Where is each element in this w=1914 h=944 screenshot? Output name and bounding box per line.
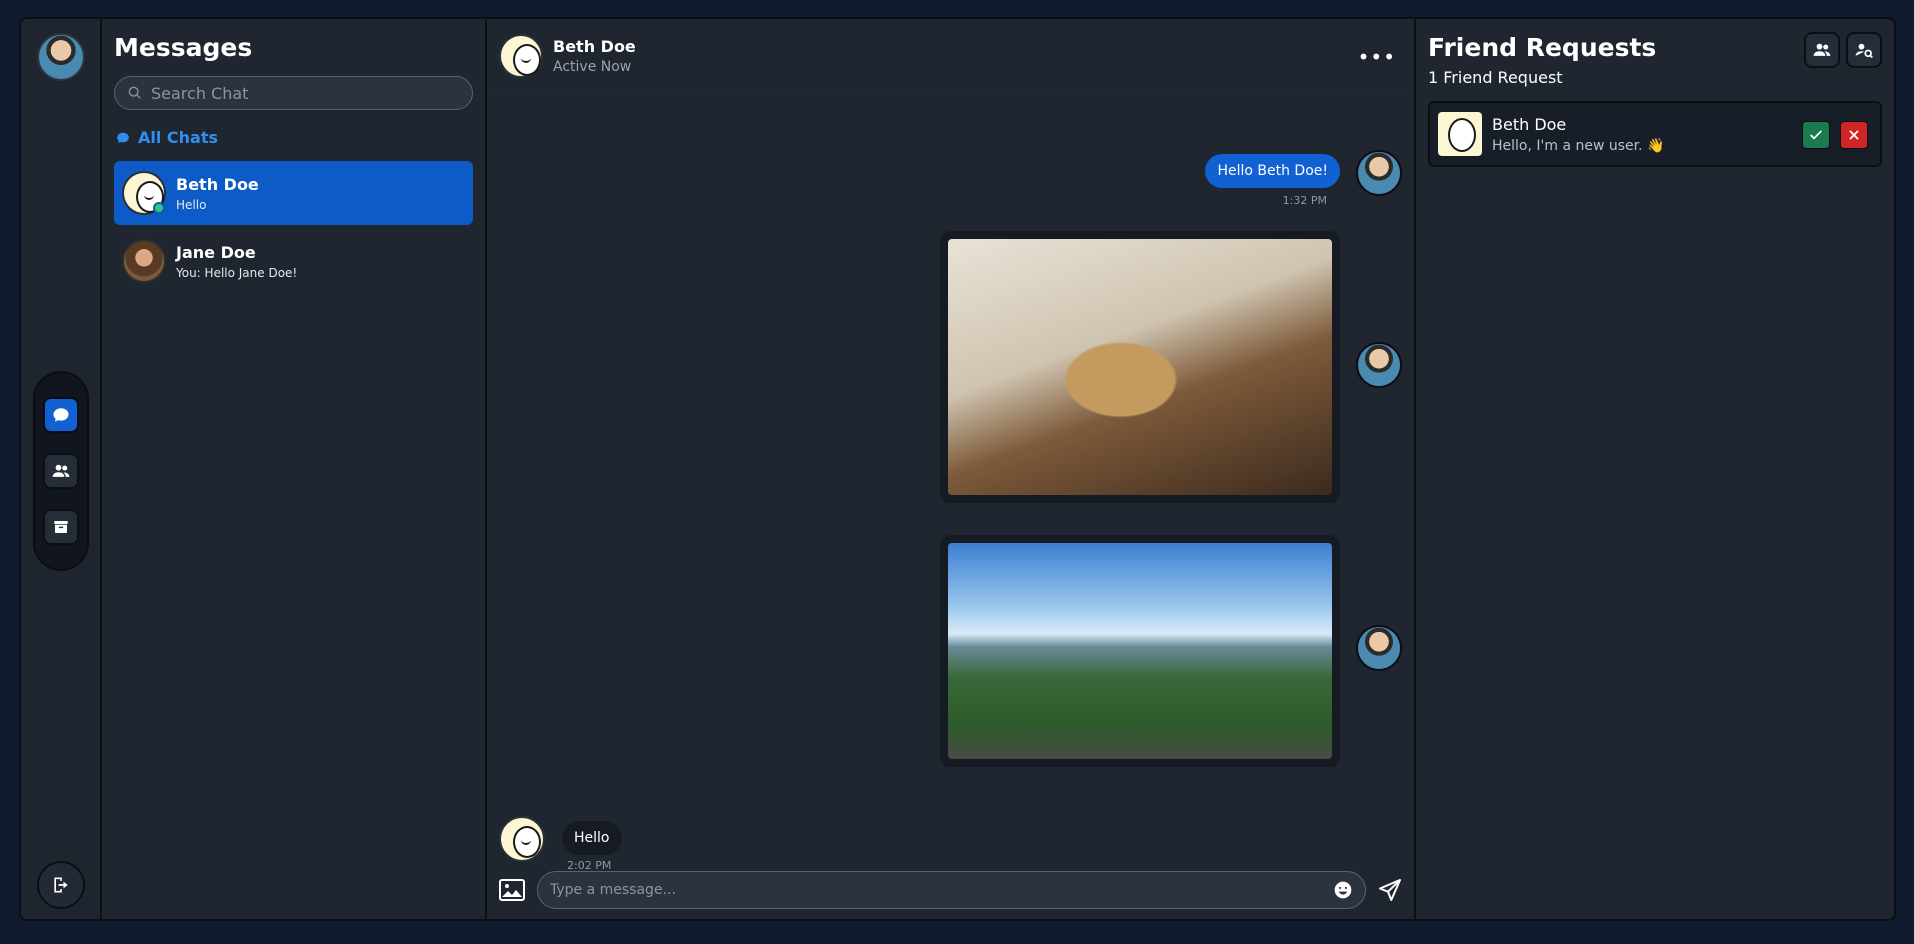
accept-request-button[interactable] (1802, 121, 1830, 149)
avatar (122, 171, 166, 215)
nav-friends-button[interactable] (43, 453, 79, 489)
nav-archive-button[interactable] (43, 509, 79, 545)
friend-request-item: Beth Doe Hello, I'm a new user. 👋 (1428, 101, 1882, 167)
friend-requests-panel: Friend Requests 1 Friend Request Beth Do… (1416, 19, 1894, 919)
friend-request-count: 1 Friend Request (1428, 68, 1563, 87)
all-chats-filter[interactable]: All Chats (116, 128, 473, 147)
request-message: Hello, I'm a new user. 👋 (1492, 137, 1665, 154)
logout-button[interactable] (37, 861, 85, 909)
logout-icon (54, 877, 68, 893)
image-icon[interactable] (499, 879, 525, 901)
books-image (948, 239, 1332, 495)
messages-sidebar: Messages Search Chat All Chats Beth Doe … (102, 19, 487, 919)
chat-bubble-icon (53, 408, 69, 422)
add-friend-button[interactable] (1804, 32, 1840, 68)
avatar (499, 816, 545, 862)
chat-contact-name: Jane Doe (176, 242, 256, 262)
conversation-panel: Beth Doe Active Now ••• Hello Beth Doe! … (487, 19, 1416, 919)
check-icon (1810, 130, 1822, 140)
message-bubble-received: Hello (562, 821, 622, 855)
nav-rail (21, 19, 102, 919)
contact-name: Beth Doe (553, 36, 636, 56)
search-icon (128, 86, 141, 99)
archive-icon (54, 521, 68, 533)
friends-icon (52, 464, 70, 477)
chat-list-item[interactable]: Beth Doe Hello (114, 161, 473, 225)
nav-group (33, 371, 89, 571)
avatar (1356, 625, 1402, 671)
avatar (1356, 342, 1402, 388)
app-window: Messages Search Chat All Chats Beth Doe … (19, 17, 1896, 921)
all-chats-label: All Chats (138, 128, 219, 147)
chat-contact-name: Beth Doe (176, 174, 259, 194)
message-input-placeholder: Type a message... (550, 882, 676, 898)
emoji-icon[interactable] (1333, 880, 1353, 900)
avatar (122, 239, 166, 283)
search-placeholder: Search Chat (151, 83, 249, 103)
add-friend-icon (1813, 43, 1831, 56)
reject-request-button[interactable] (1840, 121, 1868, 149)
chat-preview: You: Hello Jane Doe! (176, 265, 298, 280)
message-bubble-sent: Hello Beth Doe! (1205, 154, 1340, 188)
nav-chats-button[interactable] (43, 397, 79, 433)
send-icon[interactable] (1378, 878, 1402, 902)
message-timestamp: 1:32 PM (1282, 194, 1327, 207)
chat-preview: Hello (176, 197, 207, 212)
close-icon (1849, 130, 1859, 140)
more-icon[interactable]: ••• (1358, 45, 1396, 69)
message-composer: Type a message... (499, 870, 1402, 910)
chat-list-item[interactable]: Jane Doe You: Hello Jane Doe! (114, 229, 473, 293)
online-status-dot (153, 202, 165, 214)
conversation-header: Beth Doe Active Now (487, 19, 1414, 93)
sidebar-title: Messages (114, 33, 253, 62)
avatar (1438, 112, 1482, 156)
message-image-sent[interactable] (940, 231, 1340, 503)
search-chat-input[interactable]: Search Chat (114, 76, 473, 110)
request-name: Beth Doe (1492, 114, 1567, 134)
find-user-button[interactable] (1846, 32, 1882, 68)
find-user-icon (1855, 43, 1873, 59)
contact-avatar[interactable] (499, 33, 543, 78)
hikers-image (948, 543, 1332, 759)
message-input[interactable]: Type a message... (537, 871, 1366, 909)
message-image-sent[interactable] (940, 535, 1340, 767)
user-avatar[interactable] (37, 33, 85, 81)
contact-status: Active Now (553, 58, 632, 75)
avatar (1356, 150, 1402, 196)
chat-bubble-icon (117, 132, 129, 143)
